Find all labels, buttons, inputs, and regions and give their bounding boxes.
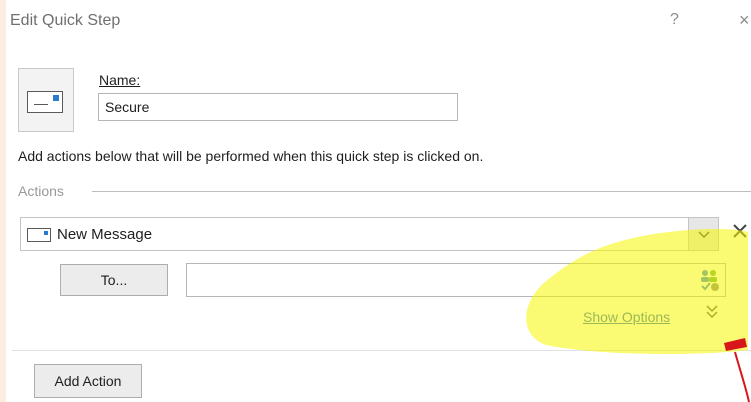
quick-step-icon-button[interactable] (18, 68, 74, 132)
edit-quick-step-dialog: Edit Quick Step ? × Name: Add actions be… (6, 0, 751, 402)
footer-divider (12, 350, 751, 351)
name-input[interactable] (98, 93, 458, 121)
actions-label: Actions (18, 183, 64, 199)
actions-divider (92, 191, 751, 192)
action-select-value: New Message (57, 226, 153, 243)
add-action-label: Add Action (54, 373, 122, 389)
expand-chevron-icon[interactable] (706, 305, 718, 324)
close-button[interactable]: × (739, 10, 750, 31)
name-label: Name: (99, 72, 141, 88)
envelope-icon (27, 228, 51, 242)
description-text: Add actions below that will be performed… (18, 148, 484, 164)
remove-action-icon[interactable] (732, 219, 748, 245)
show-options-link[interactable]: Show Options (583, 309, 670, 325)
help-button[interactable]: ? (670, 11, 679, 29)
action-select[interactable]: New Message (20, 217, 719, 251)
to-button[interactable]: To... (60, 264, 168, 296)
to-button-label: To... (100, 272, 128, 288)
chevron-down-icon[interactable] (688, 218, 718, 250)
add-action-button[interactable]: Add Action (34, 364, 142, 398)
to-recipients-input[interactable] (186, 263, 726, 297)
dialog-title: Edit Quick Step (10, 12, 121, 29)
envelope-icon (27, 91, 63, 113)
address-book-icon[interactable] (699, 268, 721, 292)
